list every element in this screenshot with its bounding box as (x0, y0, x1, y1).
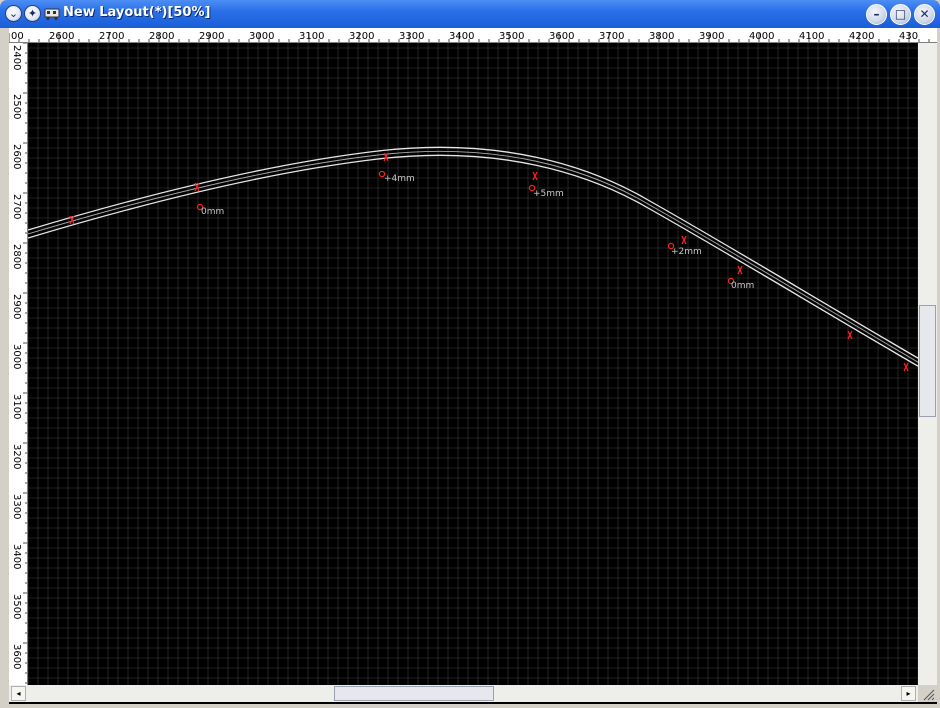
train-icon (44, 8, 60, 21)
elevation-markers: 0mm +4mm +5mm +2mm 0mm (196, 170, 754, 291)
elevation-marker[interactable]: 0mm (727, 277, 754, 291)
ruler-label-x: 3600 (549, 31, 574, 42)
grid (28, 43, 918, 685)
scroll-right-button[interactable]: ▸ (901, 686, 916, 701)
scroll-left-button[interactable]: ◂ (11, 686, 26, 701)
ruler-label-y: 2600 (11, 144, 22, 169)
title-bar[interactable]: ⌄ ✦ New Layout(*)[50%] – □ ✕ (0, 0, 940, 28)
layout-canvas[interactable]: 0mm +4mm +5mm +2mm 0mm (28, 43, 918, 685)
elevation-marker[interactable]: +4mm (378, 170, 415, 184)
ruler-label-x: 2600 (49, 31, 74, 42)
elevation-label: 0mm (201, 207, 224, 217)
arrow-left-icon: ◂ (16, 689, 21, 698)
vertical-ruler[interactable]: 2400 2500 2600 2700 2800 2900 3000 3100 … (9, 43, 28, 685)
close-icon: ✕ (919, 7, 930, 21)
elevation-marker[interactable]: 0mm (196, 203, 224, 217)
ruler-label-y: 3100 (11, 394, 22, 419)
maximize-icon: □ (894, 7, 907, 21)
ruler-label-x: 4100 (799, 31, 824, 42)
ruler-label-y: 3600 (11, 644, 22, 669)
ruler-label-y: 2800 (11, 244, 22, 269)
ruler-label-x: 2900 (199, 31, 224, 42)
resize-grip[interactable] (918, 685, 937, 702)
pin-button[interactable]: ✦ (24, 5, 41, 22)
ruler-label-y: 3400 (11, 544, 22, 569)
ruler-label-x: 2800 (149, 31, 174, 42)
ruler-label-x: 3500 (499, 31, 524, 42)
ruler-label-x: 3000 (249, 31, 274, 42)
ruler-label-x: 3300 (399, 31, 424, 42)
ruler-label-y: 3500 (11, 594, 22, 619)
elevation-label: +2mm (671, 247, 702, 257)
ruler-label-x: 3400 (449, 31, 474, 42)
ruler-label-x: 2700 (99, 31, 124, 42)
resize-grip-icon (923, 689, 935, 701)
elevation-marker[interactable]: +5mm (528, 184, 564, 199)
ruler-label-y: 3300 (11, 494, 22, 519)
ruler-label-y: 2700 (11, 194, 22, 219)
ruler-label-x: 3200 (349, 31, 374, 42)
ruler-label-x: 3900 (699, 31, 724, 42)
elevation-label: +5mm (533, 189, 564, 199)
ruler-label-x: 3700 (599, 31, 624, 42)
system-menu-button[interactable]: ⌄ (5, 5, 22, 22)
ruler-label-y: 2900 (11, 294, 22, 319)
vertical-ruler-labels: 2400 2500 2600 2700 2800 2900 3000 3100 … (11, 45, 22, 669)
ruler-label-x: 3100 (299, 31, 324, 42)
track-rail (28, 146, 918, 359)
ruler-label-y: 2400 (11, 45, 22, 70)
layout-window: ⌄ ✦ New Layout(*)[50%] – □ ✕ 00 2600 270… (0, 0, 940, 708)
horizontal-scrollbar[interactable]: ◂ ▸ (9, 685, 918, 702)
ruler-label-x: 4000 (749, 31, 774, 42)
ruler-label-y: 3200 (11, 444, 22, 469)
chevron-down-icon: ⌄ (8, 7, 19, 20)
ruler-label-x: 4200 (849, 31, 874, 42)
maximize-button[interactable]: □ (890, 4, 911, 25)
joint-marker[interactable] (681, 235, 687, 245)
pin-icon: ✦ (27, 7, 38, 20)
horizontal-ruler-labels: 00 2600 2700 2800 2900 3000 3100 3200 33… (11, 31, 918, 42)
ruler-label-x: 00 (11, 31, 24, 42)
elevation-label: 0mm (731, 281, 754, 291)
track-centerline (28, 150, 918, 363)
ruler-label-x: 430 (899, 31, 918, 42)
joint-marker[interactable] (532, 171, 538, 181)
layout-view: 00 2600 2700 2800 2900 3000 3100 3200 33… (9, 28, 937, 704)
horizontal-scroll-thumb[interactable] (334, 686, 494, 701)
minimize-icon: – (873, 7, 880, 21)
window-title: New Layout(*)[50%] (63, 5, 211, 20)
vertical-scrollbar[interactable] (918, 43, 937, 685)
minimize-button[interactable]: – (866, 4, 887, 25)
joint-marker[interactable] (903, 362, 909, 372)
elevation-marker[interactable]: +2mm (667, 242, 702, 257)
ruler-label-y: 2500 (11, 94, 22, 119)
close-button[interactable]: ✕ (914, 4, 935, 25)
horizontal-ruler[interactable]: 00 2600 2700 2800 2900 3000 3100 3200 33… (9, 28, 937, 43)
ruler-label-x: 3800 (649, 31, 674, 42)
ruler-label-y: 3000 (11, 344, 22, 369)
joint-marker[interactable] (737, 265, 743, 275)
vertical-scroll-thumb[interactable] (919, 305, 936, 417)
elevation-label: +4mm (384, 174, 415, 184)
arrow-right-icon: ▸ (906, 689, 911, 698)
